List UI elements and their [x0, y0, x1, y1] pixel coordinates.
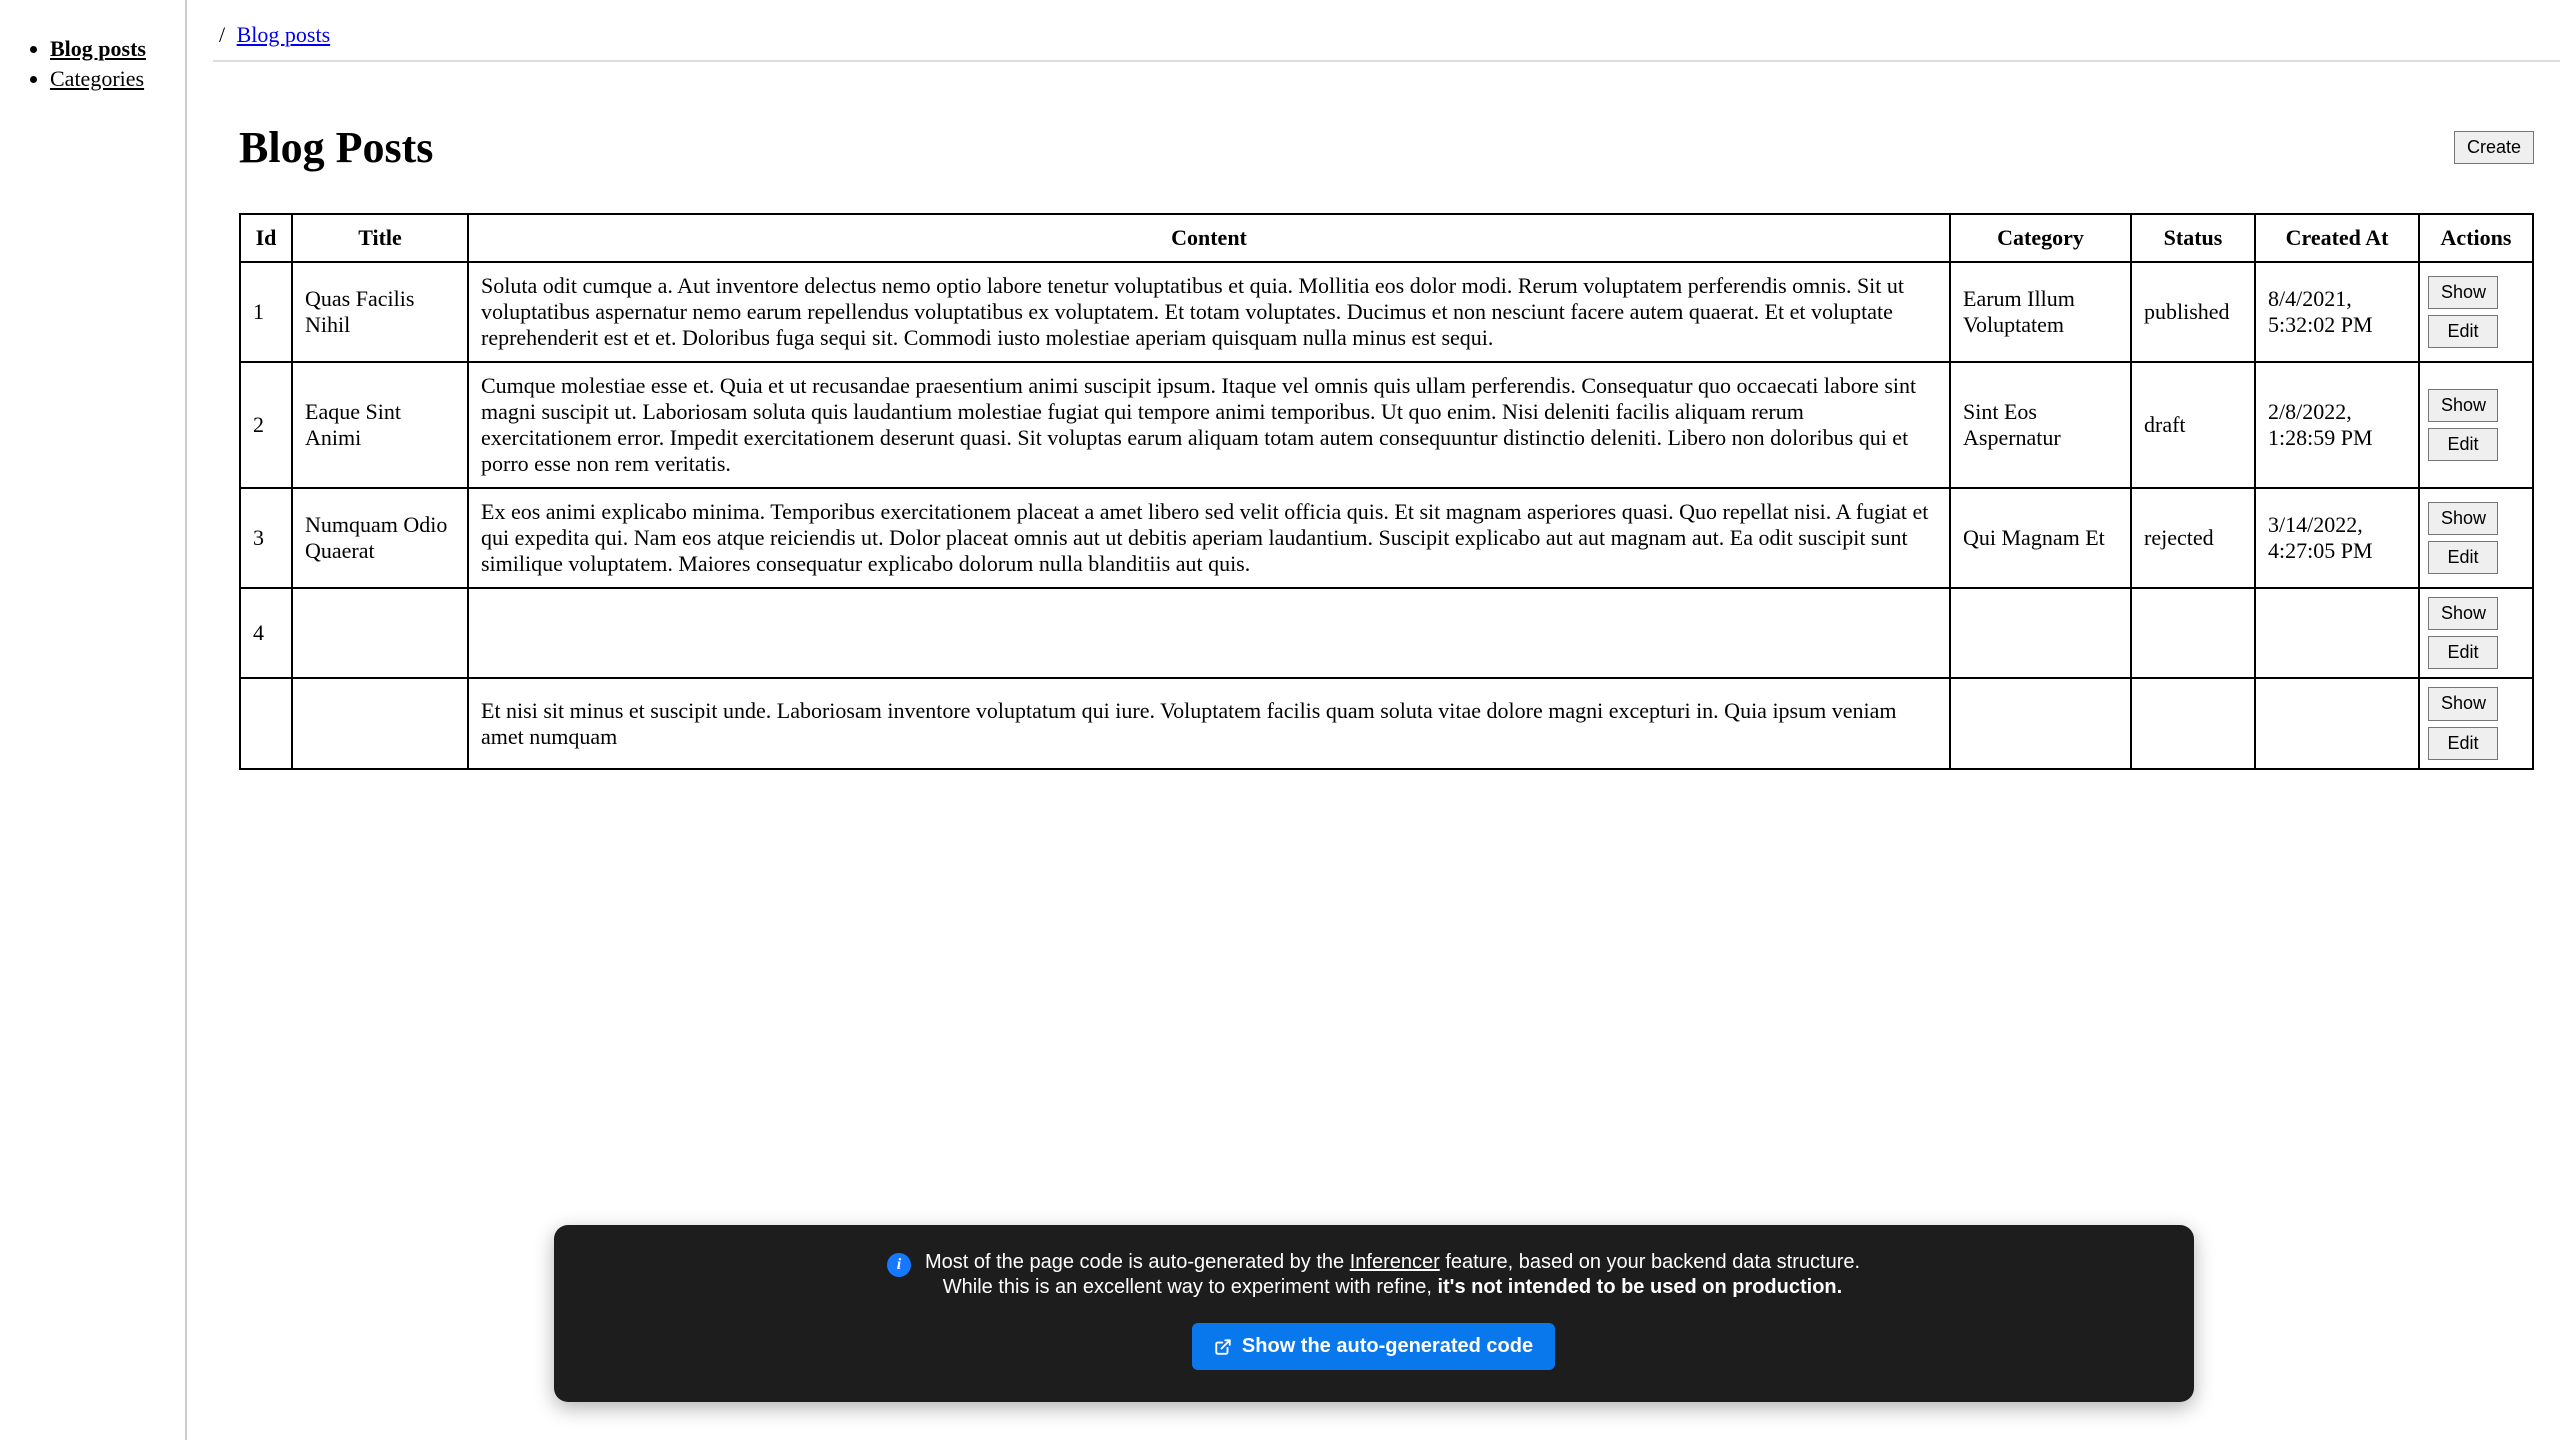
- info-icon: i: [887, 1253, 911, 1277]
- cell-status: draft: [2131, 362, 2255, 488]
- cell-id: 2: [240, 362, 292, 488]
- cell-created-at: 3/14/2022, 4:27:05 PM: [2255, 488, 2419, 588]
- cell-created-at: [2255, 678, 2419, 768]
- sidebar-item-blog-posts[interactable]: Blog posts: [50, 36, 146, 61]
- edit-button[interactable]: Edit: [2428, 541, 2498, 574]
- cell-status: published: [2131, 262, 2255, 362]
- cell-actions: Show Edit: [2419, 488, 2533, 588]
- edit-button[interactable]: Edit: [2428, 636, 2498, 669]
- table-row: 2Eaque Sint AnimiCumque molestiae esse e…: [240, 362, 2533, 488]
- col-header-category: Category: [1950, 214, 2131, 262]
- cell-content: Et nisi sit minus et suscipit unde. Labo…: [468, 678, 1950, 768]
- col-header-created-at: Created At: [2255, 214, 2419, 262]
- cell-created-at: [2255, 588, 2419, 678]
- cell-status: rejected: [2131, 488, 2255, 588]
- cell-id: 4: [240, 588, 292, 678]
- toast-text: Most of the page code is auto-generated …: [925, 1251, 1860, 1299]
- cell-category: Qui Magnam Et: [1950, 488, 2131, 588]
- cell-status: [2131, 588, 2255, 678]
- table-row: 1Quas Facilis NihilSoluta odit cumque a.…: [240, 262, 2533, 362]
- edit-button[interactable]: Edit: [2428, 315, 2498, 348]
- sidebar: Blog posts Categories: [0, 0, 187, 1440]
- inferencer-link[interactable]: Inferencer: [1350, 1251, 1440, 1273]
- cell-created-at: 8/4/2021, 5:32:02 PM: [2255, 262, 2419, 362]
- cell-id: 3: [240, 488, 292, 588]
- show-button[interactable]: Show: [2428, 389, 2498, 422]
- page-title: Blog Posts: [239, 122, 433, 173]
- external-link-icon: [1214, 1338, 1232, 1356]
- cell-category: Earum Illum Voluptatem: [1950, 262, 2131, 362]
- cell-title: Numquam Odio Quaerat: [292, 488, 468, 588]
- show-button[interactable]: Show: [2428, 597, 2498, 630]
- breadcrumb-link-blog-posts[interactable]: Blog posts: [237, 22, 331, 47]
- sidebar-item-categories[interactable]: Categories: [50, 66, 144, 91]
- breadcrumb: / Blog posts: [213, 0, 2560, 62]
- cell-actions: Show Edit: [2419, 362, 2533, 488]
- cell-category: [1950, 588, 2131, 678]
- breadcrumb-sep: /: [219, 22, 225, 47]
- cell-content: Soluta odit cumque a. Aut inventore dele…: [468, 262, 1950, 362]
- cell-id: 1: [240, 262, 292, 362]
- posts-table: Id Title Content Category Status Created…: [239, 213, 2534, 770]
- cell-title: [292, 678, 468, 768]
- cell-content: Cumque molestiae esse et. Quia et ut rec…: [468, 362, 1950, 488]
- create-button[interactable]: Create: [2454, 131, 2534, 164]
- cell-created-at: 2/8/2022, 1:28:59 PM: [2255, 362, 2419, 488]
- cell-actions: Show Edit: [2419, 262, 2533, 362]
- col-header-actions: Actions: [2419, 214, 2533, 262]
- table-row: Et nisi sit minus et suscipit unde. Labo…: [240, 678, 2533, 768]
- inferencer-toast: i Most of the page code is auto-generate…: [554, 1225, 2194, 1402]
- cell-title: Quas Facilis Nihil: [292, 262, 468, 362]
- edit-button[interactable]: Edit: [2428, 428, 2498, 461]
- col-header-status: Status: [2131, 214, 2255, 262]
- cell-content: Ex eos animi explicabo minima. Temporibu…: [468, 488, 1950, 588]
- show-button[interactable]: Show: [2428, 687, 2498, 720]
- col-header-content: Content: [468, 214, 1950, 262]
- cell-content: [468, 588, 1950, 678]
- col-header-id: Id: [240, 214, 292, 262]
- cell-category: [1950, 678, 2131, 768]
- table-row: 3Numquam Odio QuaeratEx eos animi explic…: [240, 488, 2533, 588]
- show-button[interactable]: Show: [2428, 502, 2498, 535]
- cell-title: [292, 588, 468, 678]
- cell-id: [240, 678, 292, 768]
- show-code-button[interactable]: Show the auto-generated code: [1192, 1323, 1555, 1370]
- col-header-title: Title: [292, 214, 468, 262]
- cell-status: [2131, 678, 2255, 768]
- cell-actions: Show Edit: [2419, 588, 2533, 678]
- cell-category: Sint Eos Aspernatur: [1950, 362, 2131, 488]
- cell-title: Eaque Sint Animi: [292, 362, 468, 488]
- cell-actions: Show Edit: [2419, 678, 2533, 768]
- show-button[interactable]: Show: [2428, 276, 2498, 309]
- edit-button[interactable]: Edit: [2428, 727, 2498, 760]
- table-row: 4 Show Edit: [240, 588, 2533, 678]
